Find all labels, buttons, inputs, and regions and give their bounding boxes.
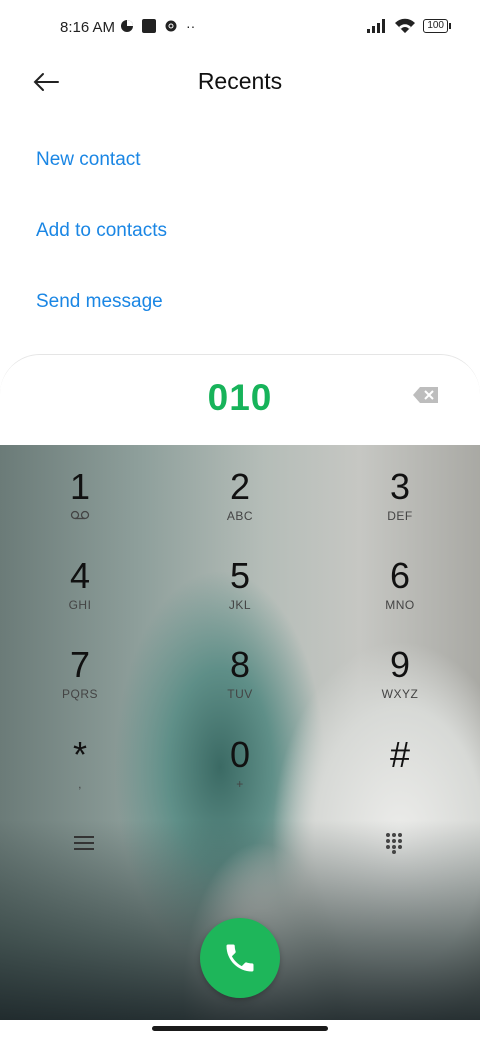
signal-icon xyxy=(367,19,386,33)
key-4[interactable]: 4 GHI xyxy=(30,556,130,626)
key-digit: 7 xyxy=(69,644,91,685)
key-letters: PQRS xyxy=(61,687,98,701)
dialer-display: 010 xyxy=(0,354,480,445)
key-letters: + xyxy=(236,777,244,791)
home-indicator[interactable] xyxy=(152,1026,328,1031)
key-digit: 5 xyxy=(229,555,251,596)
key-letters: MNO xyxy=(385,598,415,612)
page-title: Recents xyxy=(197,68,283,94)
key-digit: 3 xyxy=(389,466,411,507)
header: Recents xyxy=(0,56,480,106)
key-letters: WXYZ xyxy=(381,687,419,701)
phone-icon xyxy=(226,944,254,972)
key-2[interactable]: 2 ABC xyxy=(190,467,290,537)
key-letters: DEF xyxy=(387,509,413,523)
menu-button[interactable] xyxy=(64,823,104,863)
key-digit: 9 xyxy=(389,644,411,685)
key-8[interactable]: 8 TUV xyxy=(190,645,290,715)
add-to-contacts-button[interactable]: Add to contacts xyxy=(36,199,167,270)
key-digit: # xyxy=(389,734,411,775)
key-5[interactable]: 5 JKL xyxy=(190,556,290,626)
more-notifications-icon: ·· xyxy=(186,18,196,34)
dialpad-icon xyxy=(386,833,402,854)
system-icons: 100 xyxy=(367,18,451,34)
key-star[interactable]: * , xyxy=(30,735,130,805)
send-message-button[interactable]: Send message xyxy=(36,270,167,341)
key-1[interactable]: 1 xyxy=(30,467,130,537)
new-contact-button[interactable]: New contact xyxy=(36,128,167,199)
key-letters: GHI xyxy=(68,598,92,612)
key-0[interactable]: 0 + xyxy=(190,735,290,805)
app-notification-icon xyxy=(142,19,156,33)
key-6[interactable]: 6 MNO xyxy=(350,556,450,626)
key-letters: , xyxy=(78,777,82,791)
dialpad-toggle-button[interactable] xyxy=(374,823,414,863)
dialed-number[interactable]: 010 xyxy=(0,377,480,419)
key-letters: ABC xyxy=(226,509,254,523)
action-list: New contact Add to contacts Send message xyxy=(36,128,167,341)
key-digit: 6 xyxy=(389,555,411,596)
backspace-button[interactable] xyxy=(412,385,440,405)
key-digit: 0 xyxy=(229,734,251,775)
key-digit: 1 xyxy=(69,466,91,507)
key-digit: 2 xyxy=(229,466,251,507)
data-saver-icon xyxy=(121,20,133,32)
wifi-icon xyxy=(395,18,416,33)
status-bar: 8:16 AM ·· 100 xyxy=(0,0,480,56)
key-7[interactable]: 7 PQRS xyxy=(30,645,130,715)
key-letters: JKL xyxy=(228,598,252,612)
call-button[interactable] xyxy=(200,918,280,998)
key-9[interactable]: 9 WXYZ xyxy=(350,645,450,715)
backspace-icon xyxy=(413,387,438,403)
settings-icon xyxy=(165,20,177,32)
key-3[interactable]: 3 DEF xyxy=(350,467,450,537)
key-digit: 4 xyxy=(69,555,91,596)
notification-icons: ·· xyxy=(120,18,195,34)
key-hash[interactable]: # xyxy=(350,735,450,805)
key-letters: TUV xyxy=(227,687,253,701)
status-time: 8:16 AM xyxy=(60,19,116,36)
battery-icon: 100 xyxy=(423,19,451,33)
key-digit: 8 xyxy=(229,644,251,685)
key-digit: * xyxy=(72,734,87,775)
menu-icon xyxy=(74,836,94,850)
voicemail-icon xyxy=(30,509,130,523)
